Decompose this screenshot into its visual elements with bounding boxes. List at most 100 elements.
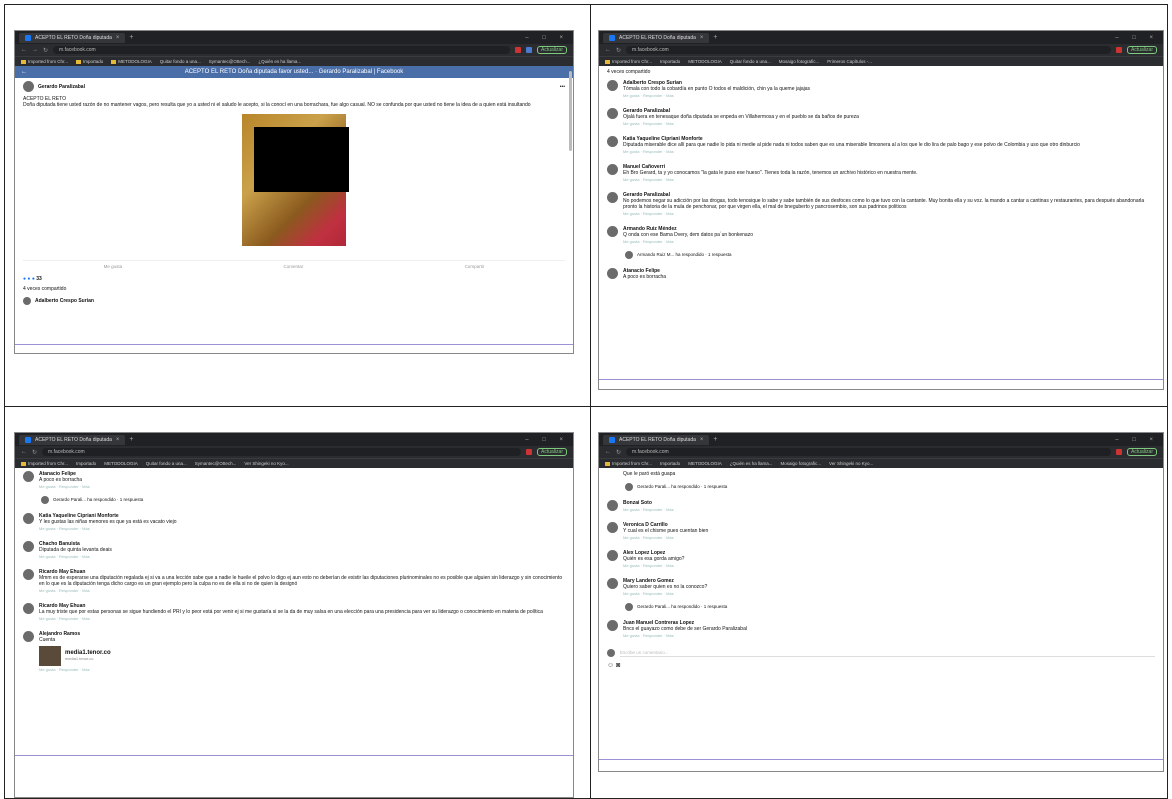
avatar[interactable] bbox=[23, 513, 34, 524]
bookmark-item[interactable]: Imported from Chr... bbox=[605, 59, 652, 64]
bookmark-item[interactable]: Mosaigo fotografic... bbox=[779, 59, 820, 64]
url-input[interactable]: m.facebook.com bbox=[626, 448, 1112, 456]
avatar[interactable] bbox=[607, 108, 618, 119]
back-icon[interactable]: ← bbox=[21, 47, 27, 53]
bookmark-item[interactable]: Mosaigo fotografic... bbox=[781, 461, 822, 466]
bookmark-item[interactable]: Importado bbox=[76, 59, 103, 64]
avatar[interactable] bbox=[23, 569, 34, 580]
close-icon[interactable]: × bbox=[116, 33, 120, 43]
close-icon[interactable]: × bbox=[700, 33, 704, 43]
avatar[interactable] bbox=[607, 164, 618, 175]
url-input[interactable]: m.facebook.com bbox=[42, 448, 522, 456]
new-tab-button[interactable]: + bbox=[129, 436, 133, 443]
avatar[interactable] bbox=[23, 631, 34, 642]
camera-icon[interactable]: ◙ bbox=[616, 662, 620, 669]
avatar[interactable] bbox=[23, 471, 34, 482]
comment-actions[interactable]: Me gusta · Responder · Más bbox=[623, 535, 1155, 541]
browser-tab[interactable]: ACEPTO EL RETO Doña diputada × bbox=[603, 434, 710, 445]
comment-actions[interactable]: Me gusta · Responder · Más bbox=[623, 121, 1155, 127]
extension-icon[interactable] bbox=[515, 47, 522, 53]
bookmark-item[interactable]: Imported from Chr... bbox=[21, 461, 68, 466]
more-options-icon[interactable]: ••• bbox=[560, 84, 565, 90]
extension-icon[interactable] bbox=[1116, 449, 1123, 455]
extension-icon[interactable] bbox=[1116, 47, 1123, 53]
bookmark-item[interactable]: Imported from Chr... bbox=[605, 461, 652, 466]
comment-actions[interactable]: Me gusta · Responder · Más bbox=[623, 149, 1155, 155]
comment-actions[interactable]: Me gusta · Responder · Más bbox=[39, 526, 565, 532]
like-button[interactable]: Me gusta bbox=[104, 264, 123, 270]
bookmark-item[interactable]: Symantec@Ottech... bbox=[195, 461, 237, 466]
avatar[interactable] bbox=[607, 136, 618, 147]
back-icon[interactable]: ← bbox=[605, 47, 611, 53]
back-icon[interactable]: ← bbox=[21, 449, 27, 455]
post-photo[interactable] bbox=[242, 114, 349, 246]
reply-thread-link[interactable]: Armando Ruiz M... ha respondido · 1 resp… bbox=[625, 251, 1155, 259]
back-arrow-icon[interactable]: ← bbox=[21, 66, 27, 78]
avatar[interactable] bbox=[23, 297, 31, 305]
browser-tab[interactable]: ACEPTO EL RETO Doña diputada × bbox=[19, 32, 126, 43]
bookmark-item[interactable]: ¿Quién es ha llama... bbox=[730, 461, 773, 466]
bookmark-item[interactable]: Quitar fondo a una... bbox=[146, 461, 187, 466]
comment-actions[interactable]: Me gusta · Responder · Más bbox=[39, 616, 565, 622]
bookmark-item[interactable]: Importado bbox=[660, 59, 680, 64]
update-button[interactable]: Actualizar bbox=[537, 448, 567, 456]
author-name[interactable]: Gerardo Paralizabal bbox=[38, 84, 85, 90]
avatar[interactable] bbox=[607, 578, 618, 589]
extension-icon[interactable] bbox=[526, 47, 533, 53]
avatar[interactable] bbox=[607, 80, 618, 91]
comment-actions[interactable]: Me gusta · Responder · Más bbox=[623, 633, 1155, 639]
reload-icon[interactable]: ↻ bbox=[32, 449, 37, 456]
bookmark-item[interactable]: Primeros Capítulos -... bbox=[827, 59, 872, 64]
comment-actions[interactable]: Me gusta · Responder · Más bbox=[623, 507, 1155, 513]
avatar[interactable] bbox=[607, 268, 618, 279]
comment-button[interactable]: Comentar bbox=[283, 264, 303, 270]
browser-tab[interactable]: ACEPTO EL RETO Doña diputada × bbox=[603, 32, 710, 43]
comment-actions[interactable]: Me gusta · Responder · Más bbox=[623, 211, 1155, 217]
bookmark-item[interactable]: METODOLOGIA bbox=[104, 461, 137, 466]
browser-tab[interactable]: ACEPTO EL RETO Doña diputada × bbox=[19, 434, 126, 445]
update-button[interactable]: Actualizar bbox=[537, 46, 567, 54]
bookmark-item[interactable]: METODOLOGIA bbox=[111, 59, 152, 64]
forward-icon[interactable]: → bbox=[32, 47, 38, 53]
comment-actions[interactable]: Me gusta · Responder · Más bbox=[39, 554, 565, 560]
avatar[interactable] bbox=[23, 541, 34, 552]
new-tab-button[interactable]: + bbox=[713, 436, 717, 443]
emoji-icon[interactable]: ☺ bbox=[607, 662, 614, 669]
window-controls[interactable]: – □ × bbox=[1115, 437, 1159, 443]
new-tab-button[interactable]: + bbox=[129, 34, 133, 41]
commenter-name[interactable]: Adalberto Crespo Surian bbox=[35, 298, 94, 304]
avatar[interactable] bbox=[23, 81, 34, 92]
bookmark-item[interactable]: Quitar fondo a una... bbox=[160, 59, 201, 64]
gif-link-card[interactable]: media1.tenor.co media1.tenor.co bbox=[39, 646, 565, 666]
reply-thread-link[interactable]: Gerardo Parali... ha respondido · 1 resp… bbox=[625, 603, 1155, 611]
update-button[interactable]: Actualizar bbox=[1127, 448, 1157, 456]
bookmark-item[interactable]: ¿Quién es ha llama... bbox=[258, 59, 301, 64]
comment-actions[interactable]: Me gusta · Responder · Más bbox=[623, 591, 1155, 597]
bookmark-item[interactable]: Ver Shingeki no Kyo... bbox=[829, 461, 873, 466]
close-icon[interactable]: × bbox=[116, 435, 120, 445]
commenter-name[interactable]: Bonzai Soto bbox=[623, 500, 1155, 506]
share-button[interactable]: Compartir bbox=[465, 264, 485, 270]
comment-actions[interactable]: Me gusta · Responder · Más bbox=[39, 667, 565, 673]
close-icon[interactable]: × bbox=[700, 435, 704, 445]
update-button[interactable]: Actualizar bbox=[1127, 46, 1157, 54]
comment-actions[interactable]: Me gusta · Responder · Más bbox=[39, 588, 565, 594]
avatar[interactable] bbox=[23, 603, 34, 614]
window-controls[interactable]: – □ × bbox=[1115, 35, 1159, 41]
avatar[interactable] bbox=[607, 620, 618, 631]
reload-icon[interactable]: ↻ bbox=[616, 47, 621, 54]
reaction-count[interactable]: ● ● ● 33 bbox=[23, 276, 565, 282]
reload-icon[interactable]: ↻ bbox=[616, 449, 621, 456]
avatar[interactable] bbox=[607, 192, 618, 203]
share-count[interactable]: 4 veces compartido bbox=[607, 69, 1155, 75]
comment-actions[interactable]: Me gusta · Responder · Más bbox=[623, 239, 1155, 245]
url-input[interactable]: m.facebook.com bbox=[626, 46, 1112, 54]
window-controls[interactable]: – □ × bbox=[525, 35, 569, 41]
bookmark-item[interactable]: Importado bbox=[660, 461, 680, 466]
comment-actions[interactable]: Me gusta · Responder · Más bbox=[623, 563, 1155, 569]
comment-actions[interactable]: Me gusta · Responder · Más bbox=[623, 177, 1155, 183]
back-icon[interactable]: ← bbox=[605, 449, 611, 455]
extension-icon[interactable] bbox=[526, 449, 533, 455]
scrollbar[interactable] bbox=[569, 71, 572, 151]
bookmark-item[interactable]: Quitar fondo a una... bbox=[730, 59, 771, 64]
